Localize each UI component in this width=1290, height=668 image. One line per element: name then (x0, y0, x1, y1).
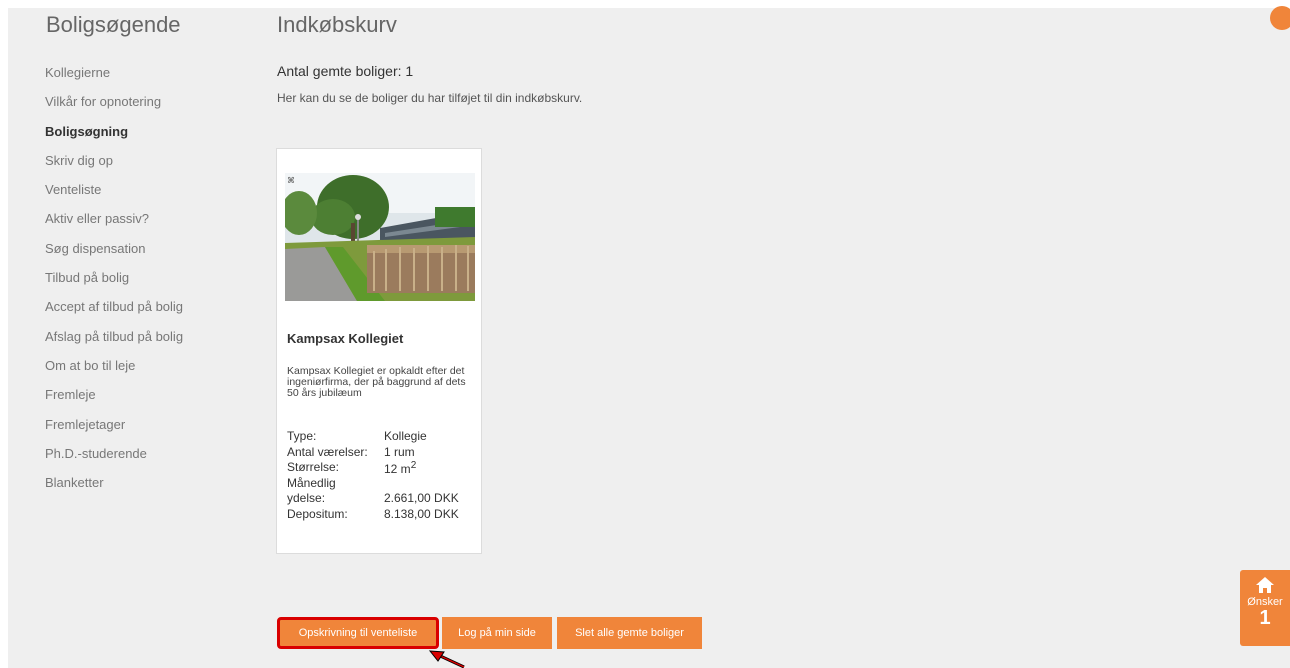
housing-card[interactable]: ⌘ Kampsax Kollegiet Kampsax Kollegiet er… (276, 148, 482, 554)
login-button[interactable]: Log på min side (442, 617, 552, 649)
sidebar-item[interactable]: Afslag på tilbud på bolig (45, 328, 183, 357)
size-value-group: 12 m2 (384, 460, 416, 476)
deposit-value: 8.138,00 DKK (384, 506, 459, 521)
size-label: Størrelse: (287, 460, 340, 474)
monthly-label-line2: ydelse: (287, 491, 326, 505)
type-label: Type: (287, 429, 317, 443)
type-value: Kollegie (384, 429, 427, 443)
housing-title[interactable]: Kampsax Kollegiet (287, 331, 403, 346)
sidebar-item[interactable]: Accept af tilbud på bolig (45, 298, 183, 327)
page-background (8, 8, 1290, 668)
sidebar-item[interactable]: Søg dispensation (45, 240, 183, 269)
page-title: Indkøbskurv (277, 12, 397, 37)
pointer-arrow-icon (428, 650, 465, 668)
sidebar-item[interactable]: Fremleje (45, 386, 183, 415)
housing-photo: ⌘ (285, 173, 475, 301)
delete-all-saved-button[interactable]: Slet alle gemte boliger (557, 617, 702, 649)
sidebar-item[interactable]: Vilkår for opnotering (45, 93, 183, 122)
rooms-value: 1 rum (384, 444, 415, 459)
monthly-value: 2.661,00 DKK (384, 491, 459, 505)
deposit-label: Depositum: (287, 506, 348, 521)
size-value: 12 m (384, 462, 411, 476)
home-icon (1256, 577, 1274, 593)
sidebar-item[interactable]: Boligsøgning (45, 123, 183, 152)
sidebar-item[interactable]: Tilbud på bolig (45, 269, 183, 298)
signup-waitlist-button[interactable]: Opskrivning til venteliste (277, 617, 439, 649)
top-corner-badge[interactable] (1270, 6, 1290, 30)
sidebar-item[interactable]: Aktiv eller passiv? (45, 210, 183, 239)
sidebar-item[interactable]: Skriv dig op (45, 152, 183, 181)
svg-text:⌘: ⌘ (287, 176, 295, 185)
sidebar-item[interactable]: Venteliste (45, 181, 183, 210)
sidebar-item[interactable]: Blanketter (45, 474, 183, 503)
wishlist-count: 1 (1259, 607, 1271, 629)
rooms-label: Antal værelser: (287, 444, 368, 459)
wishlist-widget[interactable]: Ønsker 1 (1240, 570, 1290, 646)
sidebar-item[interactable]: Ph.D.-studerende (45, 445, 183, 474)
intro-text: Her kan du se de boliger du har tilføjet… (277, 91, 583, 105)
saved-count-label: Antal gemte boliger: 1 (277, 63, 414, 79)
sidebar-item[interactable]: Om at bo til leje (45, 357, 183, 386)
sidebar-nav: Kollegierne Vilkår for opnotering Boligsøg… (45, 64, 183, 503)
sidebar-item[interactable]: Kollegierne (45, 64, 183, 93)
sidebar-title: Boligsøgende (46, 12, 181, 37)
sidebar-item[interactable]: Fremlejetager (45, 416, 183, 445)
size-unit-superscript: 2 (410, 460, 417, 471)
housing-description: Kampsax Kollegiet er opkaldt efter det i… (287, 365, 466, 399)
monthly-label-line1: Månedlig (287, 475, 336, 490)
